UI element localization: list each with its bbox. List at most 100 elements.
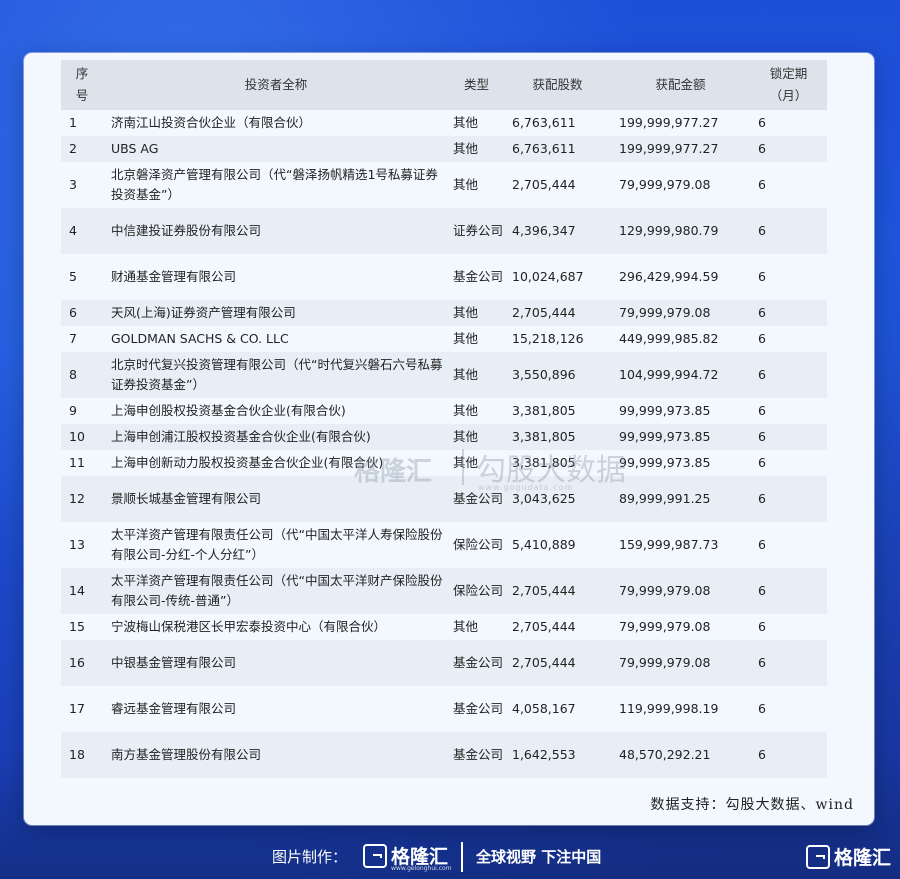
cell-seq: 3: [69, 177, 77, 192]
cell-seq: 17: [69, 701, 85, 716]
table-body: 1 济南江山投资合伙企业（有限合伙） 其他 6,763,611 199,999,977.…: [61, 110, 827, 778]
cell-shares: 10,024,687: [512, 269, 584, 284]
footer-slogan: 全球视野 下注中国: [476, 848, 602, 866]
table-row: 9 上海申创股权投资基金合伙企业(有限合伙) 其他 3,381,805 99,999,9…: [61, 398, 827, 424]
cell-shares: 3,381,805: [512, 455, 576, 470]
cell-investor-name: 北京磐泽资产管理有限公司（代“磐泽扬帆精选1号私募证券投资基金”）: [111, 167, 438, 202]
table-row: 11 上海申创新动力股权投资基金合伙企业(有限合伙) 其他 3,381,805 99,9…: [61, 450, 827, 476]
cell-investor-name: 济南江山投资合伙企业（有限合伙）: [111, 115, 312, 130]
cell-type: 基金公司: [449, 732, 504, 778]
cell-lock-period: 6: [758, 403, 766, 418]
cell-amount: 449,999,985.82: [619, 331, 719, 346]
cell-investor-name: 财通基金管理有限公司: [111, 269, 237, 284]
table-row: 14 太平洋资产管理有限责任公司（代“中国太平洋财产保险股份有限公司-传统-普通”…: [61, 568, 827, 614]
cell-shares: 2,705,444: [512, 177, 576, 192]
cell-type: 其他: [453, 455, 479, 470]
cell-investor-name: 上海申创股权投资基金合伙企业(有限合伙): [111, 403, 346, 418]
cell-seq: 7: [69, 331, 77, 346]
cell-type: 基金公司: [449, 476, 504, 522]
table-row: 2 UBS AG 其他 6,763,611 199,999,977.27 6: [61, 136, 827, 162]
cell-lock-period: 6: [750, 136, 827, 162]
cell-shares: 1,642,553: [504, 732, 611, 778]
table-row: 18 南方基金管理股份有限公司 基金公司 1,642,553 48,570,292.21…: [61, 732, 827, 778]
footer-divider: [461, 842, 463, 872]
cell-seq: 1: [69, 115, 77, 130]
cell-amount: 104,999,994.72: [611, 352, 750, 398]
cell-amount: 199,999,977.27: [611, 136, 750, 162]
cell-investor-name: 中信建投证券股份有限公司: [103, 208, 449, 254]
cell-shares: 3,550,896: [504, 352, 611, 398]
table-row: 15 宁波梅山保税港区长甲宏泰投资中心（有限合伙） 其他 2,705,444 79,99…: [61, 614, 827, 640]
cell-type: 其他: [449, 300, 504, 326]
cell-type: 其他: [453, 403, 479, 418]
cell-shares: 6,763,611: [512, 115, 576, 130]
cell-seq: 12: [61, 476, 103, 522]
cell-shares: 2,705,444: [504, 640, 611, 686]
cell-shares: 2,705,444: [504, 568, 611, 614]
cell-lock-period: 6: [758, 619, 766, 634]
cell-shares: 4,058,167: [512, 701, 576, 716]
cell-investor-name: GOLDMAN SACHS & CO. LLC: [111, 331, 289, 346]
cell-type: 证券公司: [449, 208, 504, 254]
cell-investor-name: 中银基金管理有限公司: [103, 640, 449, 686]
cell-seq: 5: [69, 269, 77, 284]
cell-amount: 89,999,991.25: [611, 476, 750, 522]
cell-investor-name: 太平洋资产管理有限责任公司（代“中国太平洋财产保险股份有限公司-传统-普通”）: [103, 568, 449, 614]
table-row: 6 天风(上海)证券资产管理有限公司 其他 2,705,444 79,999,979.0…: [61, 300, 827, 326]
cell-amount: 119,999,998.19: [619, 701, 719, 716]
corner-logo-icon: [806, 845, 830, 869]
cell-lock-period: 6: [750, 640, 827, 686]
cell-shares: 4,396,347: [504, 208, 611, 254]
cell-seq: 15: [69, 619, 85, 634]
cell-amount: 79,999,979.08: [611, 568, 750, 614]
cell-seq: 16: [61, 640, 103, 686]
cell-amount: 199,999,977.27: [619, 115, 719, 130]
cell-lock-period: 6: [750, 424, 827, 450]
cell-lock-period: 6: [758, 537, 766, 552]
cell-shares: 3,043,625: [504, 476, 611, 522]
cell-type: 其他: [449, 424, 504, 450]
cell-investor-name: 天风(上海)证券资产管理有限公司: [103, 300, 449, 326]
table-row: 12 景顺长城基金管理有限公司 基金公司 3,043,625 89,999,991.25…: [61, 476, 827, 522]
cell-lock-period: 6: [758, 115, 766, 130]
table-row: 8 北京时代复兴投资管理有限公司（代“时代复兴磐石六号私募证券投资基金”） 其他 3,…: [61, 352, 827, 398]
cell-lock-period: 6: [750, 352, 827, 398]
cell-shares: 2,705,444: [512, 619, 576, 634]
cell-investor-name: 北京时代复兴投资管理有限公司（代“时代复兴磐石六号私募证券投资基金”）: [103, 352, 449, 398]
cell-seq: 8: [61, 352, 103, 398]
cell-amount: 79,999,979.08: [611, 300, 750, 326]
cell-type: 基金公司: [453, 701, 504, 716]
cell-investor-name: 宁波梅山保税港区长甲宏泰投资中心（有限合伙）: [111, 619, 387, 634]
cell-type: 保险公司: [449, 568, 504, 614]
investor-allocation-table: 序 号 投资者全称 类型 获配股数 获配金额 锁定期 （月） 1 济南江山投资合伙…: [61, 60, 827, 778]
cell-lock-period: 6: [758, 455, 766, 470]
cell-shares: 2,705,444: [504, 300, 611, 326]
cell-shares: 5,410,889: [512, 537, 576, 552]
cell-shares: 3,381,805: [512, 403, 576, 418]
cell-lock-period: 6: [750, 732, 827, 778]
corner-brand: 格隆汇: [834, 847, 892, 869]
cell-seq: 2: [61, 136, 103, 162]
cell-seq: 9: [69, 403, 77, 418]
cell-type: 其他: [453, 177, 479, 192]
header-shares: 获配股数: [504, 60, 611, 110]
table-row: 16 中银基金管理有限公司 基金公司 2,705,444 79,999,979.08 6: [61, 640, 827, 686]
data-source-note: 数据支持：勾股大数据、wind: [650, 797, 854, 813]
table-row: 3 北京磐泽资产管理有限公司（代“磐泽扬帆精选1号私募证券投资基金”） 其他 2,70…: [61, 162, 827, 208]
cell-investor-name: UBS AG: [103, 136, 449, 162]
cell-type: 其他: [449, 352, 504, 398]
cell-investor-name: 景顺长城基金管理有限公司: [103, 476, 449, 522]
table-card: 序 号 投资者全称 类型 获配股数 获配金额 锁定期 （月） 1 济南江山投资合伙…: [24, 53, 874, 825]
cell-investor-name: 睿远基金管理有限公司: [111, 701, 237, 716]
footer-bar: 图片制作： 格隆汇 www.gelonghui.com 全球视野 下注中国 格隆…: [0, 836, 900, 879]
table-header-row: 序 号 投资者全称 类型 获配股数 获配金额 锁定期 （月）: [61, 60, 827, 110]
cell-seq: 11: [69, 455, 85, 470]
cell-type: 其他: [453, 619, 479, 634]
made-by-label: 图片制作：: [272, 848, 348, 866]
cell-amount: 159,999,987.73: [619, 537, 719, 552]
cell-investor-name: 上海申创浦江股权投资基金合伙企业(有限合伙): [103, 424, 449, 450]
cell-seq: 13: [69, 537, 85, 552]
cell-lock-period: 6: [750, 208, 827, 254]
cell-investor-name: 太平洋资产管理有限责任公司（代“中国太平洋人寿保险股份有限公司-分红-个人分红”…: [111, 527, 443, 562]
cell-type: 其他: [453, 115, 479, 130]
